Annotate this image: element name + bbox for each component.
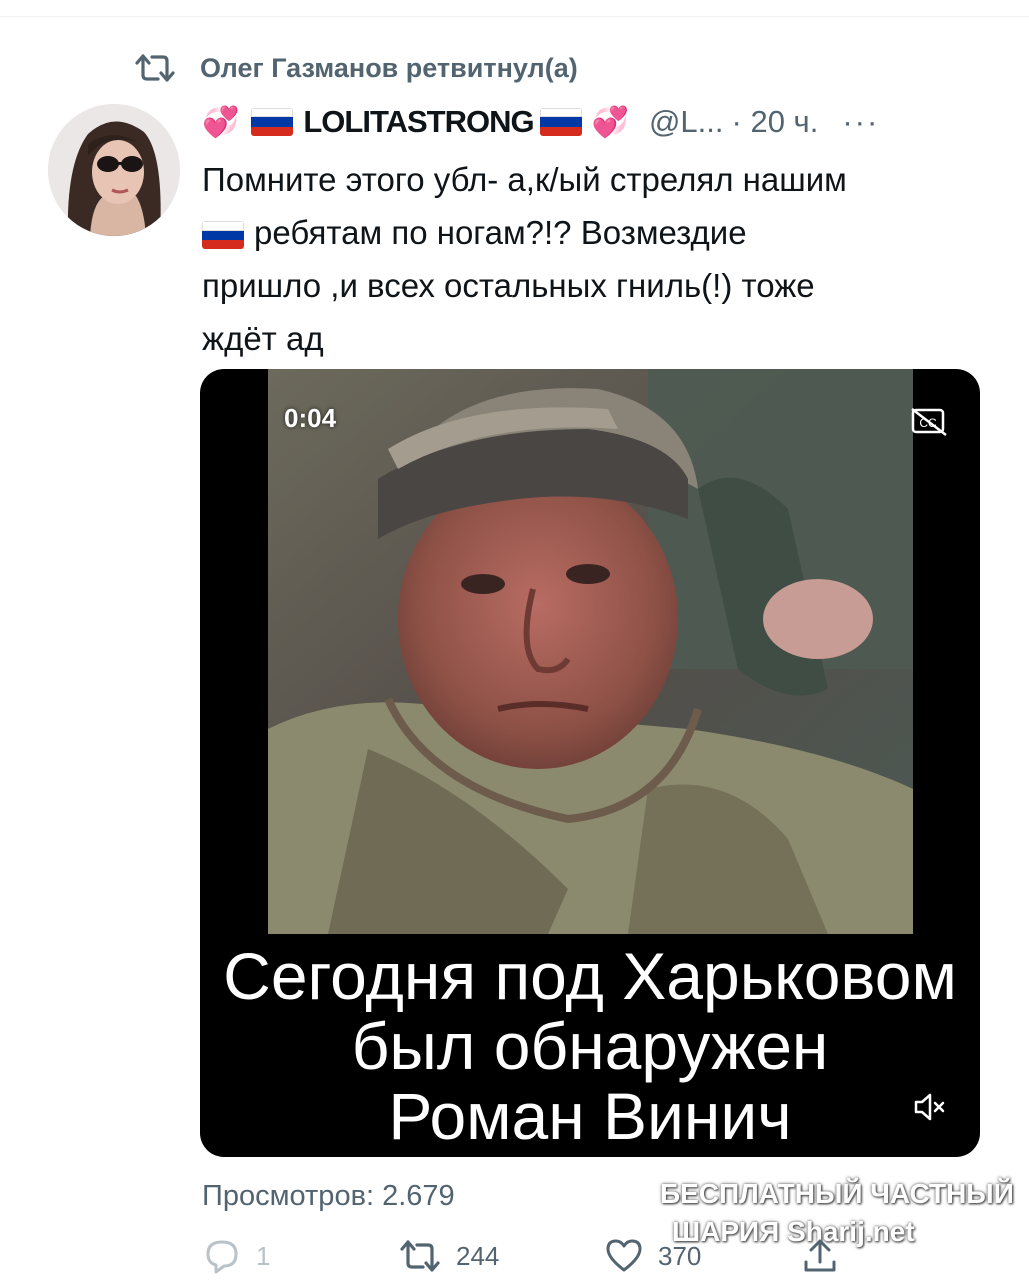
like-button[interactable]: 370: [604, 1236, 701, 1276]
caption-line: Роман Винич: [388, 1079, 792, 1153]
tweet-text-line: Помните этого убл- а,к/ый стрелял нашим: [202, 161, 847, 198]
share-icon: [804, 1239, 836, 1272]
tweet-text-line-with-flag: ребятам по ногам?!? Возмездие: [202, 206, 992, 259]
video-caption: Сегодня под Харьковом был обнаружен Рома…: [200, 941, 980, 1151]
video-timer: 0:04: [284, 403, 337, 433]
tweet-actions: 1 244 370: [202, 1236, 982, 1280]
more-options-icon[interactable]: ···: [842, 104, 879, 140]
reply-icon: [206, 1240, 238, 1274]
closed-captions-icon[interactable]: CC: [910, 407, 950, 437]
tweet-text: Помните этого убл- а,к/ый стрелял нашим …: [202, 153, 992, 365]
mute-icon[interactable]: [912, 1091, 948, 1123]
tweet-text-segment: ребятам по ногам?!? Возмездие: [254, 214, 747, 251]
avatar[interactable]: [48, 104, 180, 236]
sparkling-heart-emoji: 💞: [591, 105, 629, 139]
view-count: Просмотров: 2.679: [202, 1180, 455, 1212]
like-icon: [606, 1239, 642, 1272]
top-divider: [0, 16, 1029, 17]
retweet-icon: [134, 52, 178, 84]
sparkling-heart-emoji: 💞: [202, 105, 240, 139]
retweet-context[interactable]: Олег Газманов ретвитнул(а): [134, 50, 578, 86]
russia-flag-emoji: [539, 108, 582, 136]
caption-line: был обнаружен: [351, 1009, 829, 1083]
russia-flag-emoji: [251, 108, 294, 136]
tweet-text-line: пришло ,и всех остальных гниль(!) тоже: [202, 267, 815, 304]
tweet-text-line: ждёт ад: [202, 320, 324, 357]
video-player[interactable]: 0:04 CC Сегодня под Харьковом был обнару…: [200, 369, 980, 1157]
author-handle[interactable]: @L...: [649, 104, 724, 140]
tweet-header: 💞 LOLITASTRONG 💞 @L... · 20 ч. ···: [202, 100, 879, 144]
retweet-button[interactable]: 244: [398, 1236, 499, 1276]
author-name[interactable]: LOLITASTRONG: [303, 104, 534, 140]
retweet-count: 244: [456, 1240, 500, 1271]
watermark-line: БЕСПЛАТНЫЙ ЧАСТНЫЙ: [660, 1178, 1014, 1209]
retweet-icon: [400, 1240, 440, 1272]
retweet-text: Олег Газманов ретвитнул(а): [200, 52, 578, 83]
reply-button[interactable]: 1: [202, 1236, 270, 1276]
video-frame: [268, 369, 913, 934]
russia-flag-emoji: [202, 221, 244, 250]
like-count: 370: [658, 1240, 702, 1271]
caption-line: Сегодня под Харьковом: [223, 939, 957, 1013]
share-button[interactable]: [800, 1236, 854, 1276]
reply-count: 1: [256, 1240, 271, 1271]
tweet-time[interactable]: · 20 ч.: [732, 104, 819, 140]
